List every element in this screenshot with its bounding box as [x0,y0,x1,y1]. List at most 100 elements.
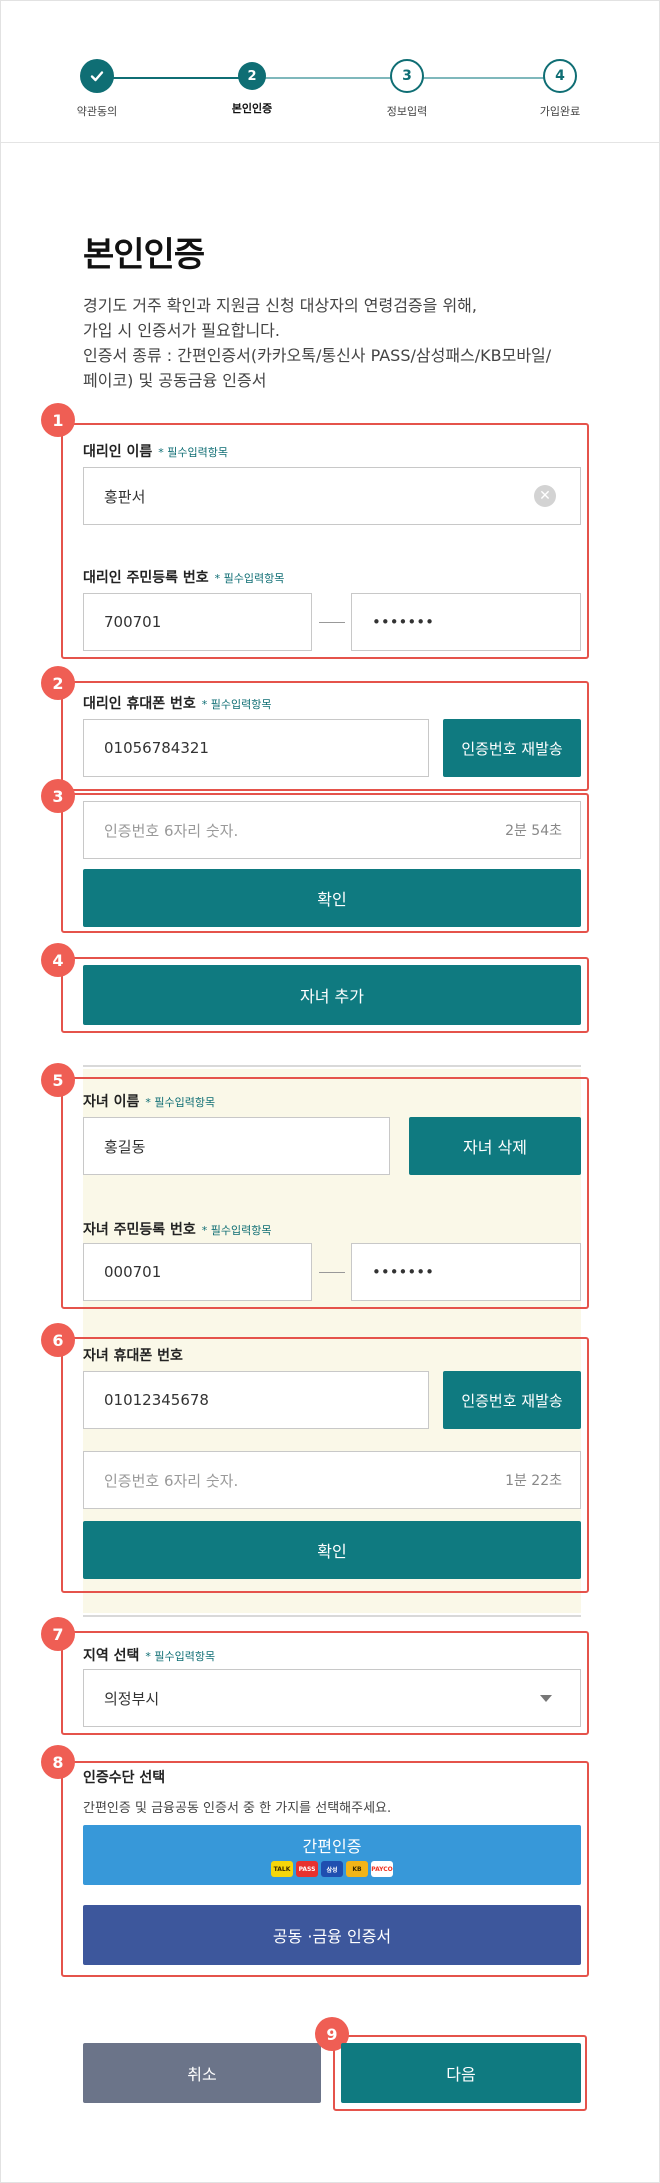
required-marker: * 필수입력항목 [214,572,285,585]
child-name-input[interactable]: 홍길동 [83,1117,390,1175]
step-identity: 2 본인인증 [202,59,302,116]
annotation-badge-7: 7 [41,1617,75,1651]
required-marker: * 필수입력항목 [201,698,272,711]
region-label: 지역 선택 * 필수입력항목 [83,1645,215,1665]
annotation-badge-1: 1 [41,403,75,437]
input-value: ••••••• [372,613,434,631]
agent-phone-input[interactable]: 01056784321 [83,719,429,777]
input-value: 홍길동 [104,1137,146,1156]
section-divider [83,1065,581,1067]
agent-confirm-button[interactable]: 확인 [83,869,581,927]
input-value: 홍판서 [104,487,146,506]
desc-line: 가입 시 인증서가 필요합니다. [83,321,280,340]
annotation-badge-3: 3 [41,779,75,813]
required-text: 필수입력항목 [167,446,229,459]
auth-method-desc: 간편인증 및 금융공동 인증서 중 한 가지를 선택해주세요. [83,1801,392,1816]
step-info: 3 정보입력 [357,59,457,119]
samsung-pass-icon: 삼성 [321,1861,343,1877]
check-icon [80,59,114,93]
step-label: 약관동의 [76,105,118,118]
input-value: ••••••• [372,1263,434,1281]
step-number: 2 [238,62,266,90]
desc-line: 경기도 거주 확인과 지원금 신청 대상자의 연령검증을 위해, [83,296,477,315]
next-button[interactable]: 다음 [341,2043,581,2103]
child-phone-label: 자녀 휴대폰 번호 [83,1345,183,1365]
annotation-badge-2: 2 [41,666,75,700]
countdown-timer: 1분 22초 [505,1473,562,1489]
agent-phone-label: 대리인 휴대폰 번호 * 필수입력항목 [83,693,272,713]
agent-resend-button[interactable]: 인증번호 재발송 [443,719,581,777]
agent-rrn-front-input[interactable]: 700701 [83,593,312,651]
label-text: 대리인 이름 [83,444,153,460]
child-resend-button[interactable]: 인증번호 재발송 [443,1371,581,1429]
progress-stepper: 약관동의 2 본인인증 3 정보입력 4 가입완료 [1,1,659,143]
signup-page: 약관동의 2 본인인증 3 정보입력 4 가입완료 본인인증 경기도 거주 확인… [0,0,660,2183]
label-text: 지역 선택 [83,1648,140,1664]
desc-line: 페이코) 및 공동금융 인증서 [83,371,267,390]
required-text: 필수입력항목 [154,1650,216,1663]
label-text: 자녀 휴대폰 번호 [83,1348,183,1364]
label-text: 자녀 이름 [83,1094,140,1110]
step-label: 정보입력 [386,105,428,118]
rrn-dash [319,622,345,623]
child-rrn-front-input[interactable]: 000701 [83,1243,312,1301]
countdown-timer: 2분 54초 [505,823,562,839]
agent-rrn-back-input[interactable]: ••••••• [351,593,581,651]
child-rrn-back-input[interactable]: ••••••• [351,1243,581,1301]
kb-icon: KB [346,1861,368,1877]
section-divider [83,1615,581,1617]
step-number: 4 [543,59,577,93]
required-text: 필수입력항목 [210,1224,272,1237]
input-value: 000701 [104,1263,162,1281]
required-text: 필수입력항목 [154,1096,216,1109]
select-value: 의정부시 [104,1689,160,1708]
input-value: 01056784321 [104,739,209,757]
label-text: 대리인 휴대폰 번호 [83,696,196,712]
kakaotalk-icon: TALK [271,1861,293,1877]
required-text: 필수입력항목 [210,698,272,711]
step-number: 3 [390,59,424,93]
annotation-badge-8: 8 [41,1745,75,1779]
chevron-down-icon [540,1694,552,1702]
agent-name-label: 대리인 이름 * 필수입력항목 [83,441,228,461]
agent-name-input[interactable]: 홍판서 ✕ [83,467,581,525]
cancel-button[interactable]: 취소 [83,2043,321,2103]
label-text: 대리인 주민등록 번호 [83,570,209,586]
delete-child-button[interactable]: 자녀 삭제 [409,1117,581,1175]
agent-rrn-label: 대리인 주민등록 번호 * 필수입력항목 [83,567,284,587]
step-label: 가입완료 [539,105,581,118]
child-rrn-label: 자녀 주민등록 번호 * 필수입력항목 [83,1219,272,1239]
label-text: 자녀 주민등록 번호 [83,1222,196,1238]
annotation-badge-5: 5 [41,1063,75,1097]
input-placeholder: 인증번호 6자리 숫자. [104,821,239,840]
rrn-dash [319,1272,345,1273]
region-select[interactable]: 의정부시 [83,1669,581,1727]
agent-code-input[interactable]: 인증번호 6자리 숫자. 2분 54초 [83,801,581,859]
page-description: 경기도 거주 확인과 지원금 신청 대상자의 연령검증을 위해, 가입 시 인증… [83,293,603,393]
pass-icon: PASS [296,1861,318,1877]
step-terms: 약관동의 [47,59,147,119]
clear-icon[interactable]: ✕ [534,485,556,507]
easy-auth-button[interactable]: 간편인증 TALK PASS 삼성 KB PAYCO [83,1825,581,1885]
step-complete: 4 가입완료 [510,59,610,119]
step-label: 본인인증 [231,102,273,115]
child-phone-input[interactable]: 01012345678 [83,1371,429,1429]
input-value: 700701 [104,613,162,631]
child-code-input[interactable]: 인증번호 6자리 숫자. 1분 22초 [83,1451,581,1509]
joint-cert-button[interactable]: 공동 ·금융 인증서 [83,1905,581,1965]
required-text: 필수입력항목 [223,572,285,585]
required-marker: * 필수입력항목 [201,1224,272,1237]
input-placeholder: 인증번호 6자리 숫자. [104,1471,239,1490]
required-marker: * 필수입력항목 [145,1650,216,1663]
child-confirm-button[interactable]: 확인 [83,1521,581,1579]
payco-icon: PAYCO [371,1861,393,1877]
desc-line: 인증서 종류 : 간편인증서(카카오톡/통신사 PASS/삼성패스/KB모바일/ [83,346,552,365]
add-child-button[interactable]: 자녀 추가 [83,965,581,1025]
input-value: 01012345678 [104,1391,209,1409]
required-marker: * 필수입력항목 [158,446,229,459]
annotation-badge-6: 6 [41,1323,75,1357]
easy-auth-icons: TALK PASS 삼성 KB PAYCO [271,1861,393,1877]
easy-auth-label: 간편인증 [302,1837,362,1856]
required-marker: * 필수입력항목 [145,1096,216,1109]
child-name-label: 자녀 이름 * 필수입력항목 [83,1091,215,1111]
